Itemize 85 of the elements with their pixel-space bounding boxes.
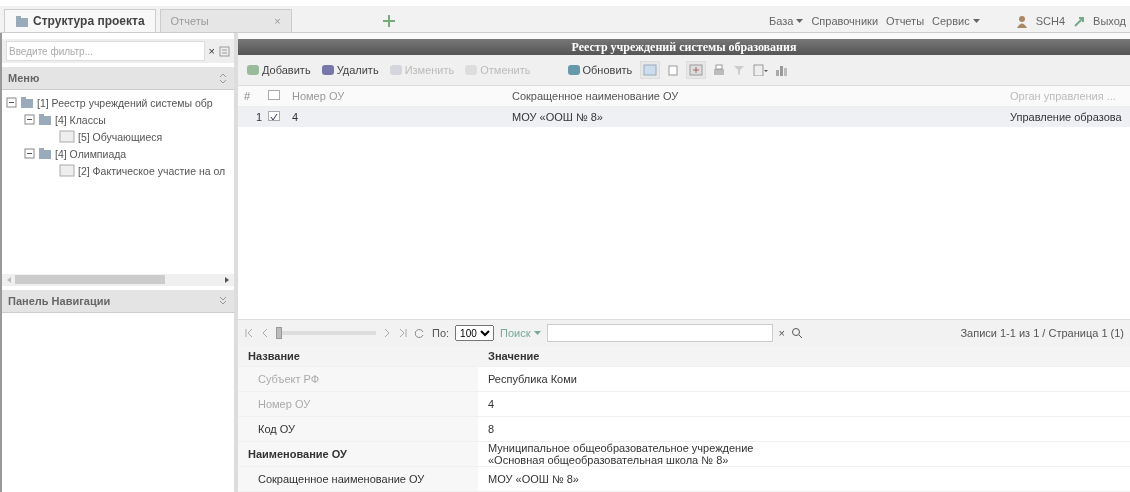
toolbar-icon: [246, 63, 260, 77]
table-cell: МОУ «ООШ № 8»: [512, 111, 603, 123]
folder-icon: [38, 147, 52, 160]
document-menu-icon[interactable]: [752, 64, 769, 76]
property-value: 4: [478, 392, 1130, 417]
clear-button[interactable]: ×: [778, 327, 785, 339]
page-size-label: По:: [432, 327, 450, 339]
next-page-icon[interactable]: [382, 328, 392, 338]
tab[interactable]: Структура проекта: [4, 9, 156, 32]
property-value: 8: [478, 417, 1130, 442]
select-all-checkbox[interactable]: [268, 90, 280, 100]
columns-button[interactable]: [640, 61, 661, 79]
refresh-icon[interactable]: [414, 327, 426, 339]
user-icon: [1015, 14, 1028, 28]
toolbar-button[interactable]: Обновить: [564, 61, 635, 79]
tree-item[interactable]: [4] Классы: [55, 113, 106, 126]
folder-icon: [15, 14, 29, 28]
property-value: МОУ «ООШ № 8»: [478, 467, 1130, 492]
toolbar-button[interactable]: Добавить: [244, 61, 313, 79]
column-header: Название: [238, 346, 478, 367]
first-page-icon[interactable]: [244, 328, 254, 338]
toolbar-icon: [566, 63, 581, 77]
menu-item[interactable]: Справочники: [811, 15, 879, 27]
scroll-right-icon[interactable]: [224, 275, 230, 284]
pager-summary: Записи 1-1 из 1 / Страница 1 (1): [960, 327, 1124, 339]
chart-icon[interactable]: [774, 64, 789, 76]
document-icon: [59, 164, 75, 177]
search-field[interactable]: [546, 324, 773, 342]
collapse-icon[interactable]: [6, 97, 17, 108]
expand-all-icon[interactable]: [219, 45, 230, 57]
panel-title: Меню: [8, 72, 40, 84]
filter-icon[interactable]: [732, 64, 747, 76]
toolbar-icon: [320, 63, 335, 77]
table-cell: 4: [292, 111, 299, 123]
row-checkbox[interactable]: [268, 110, 280, 121]
scroll-left-icon[interactable]: [6, 275, 12, 284]
add-tab-button[interactable]: [381, 14, 396, 28]
panel-title: Панель Навигации: [8, 294, 111, 307]
folder-icon: [38, 113, 52, 126]
logout-link[interactable]: Выход: [1093, 15, 1126, 27]
slider-thumb[interactable]: [276, 327, 282, 339]
scrollbar-thumb[interactable]: [15, 275, 165, 284]
column-header[interactable]: Сокращенное наименование ОУ: [512, 90, 679, 102]
export-icon[interactable]: [666, 64, 681, 76]
exit-icon[interactable]: [1073, 14, 1086, 28]
column-header[interactable]: #: [238, 90, 251, 102]
property-name: Наименование ОУ: [238, 442, 478, 467]
toolbar-icon: [388, 63, 403, 77]
property-value: Муниципальное общеобразовательное учреждение «Основная общеобразовательная школа № 8»: [478, 442, 1130, 467]
column-header: Значение: [478, 346, 1130, 367]
property-name: Субъект РФ: [238, 367, 478, 392]
caret-icon: [972, 19, 980, 23]
menu-item[interactable]: Отчеты: [886, 15, 925, 27]
table-cell: 1: [255, 111, 262, 123]
filter-field[interactable]: Введите фильтр...: [6, 41, 205, 61]
caret-icon: [796, 19, 804, 23]
document-icon: [59, 130, 75, 143]
property-name: Номер ОУ: [238, 392, 478, 417]
collapse-icon[interactable]: [24, 114, 35, 125]
table-row[interactable]: 1 4 МОУ «ООШ № 8» Управление образова: [238, 107, 1130, 127]
tree-item[interactable]: [1] Реестр учреждений системы обр: [37, 96, 213, 109]
collapse-icon[interactable]: [24, 148, 35, 159]
check-icon: [269, 111, 279, 122]
expand-icon[interactable]: [218, 295, 228, 306]
property-name: Сокращенное наименование ОУ: [238, 467, 478, 492]
menu-item[interactable]: База: [769, 15, 804, 27]
search-icon[interactable]: [791, 327, 803, 339]
table-cell: Управление образова: [1010, 111, 1122, 123]
previous-page-icon[interactable]: [260, 328, 270, 338]
tree-item[interactable]: [5] Обучающиеся: [78, 130, 163, 143]
menu-item[interactable]: Сервис: [932, 15, 980, 27]
property-value: Республика Коми: [478, 367, 1130, 392]
window-title: Реестр учреждений системы образования: [571, 40, 797, 54]
add-filter-button[interactable]: [686, 61, 707, 79]
clear-button[interactable]: ×: [208, 45, 215, 57]
last-page-icon[interactable]: [398, 328, 408, 338]
tree-item[interactable]: [2] Фактическое участие на ол: [78, 164, 226, 177]
user-name[interactable]: SCH4: [1035, 15, 1066, 27]
tree-item[interactable]: [4] Олимпиада: [55, 147, 127, 160]
page-size-dropdown[interactable]: 100: [455, 325, 495, 341]
caret-icon: [533, 331, 541, 335]
print-icon[interactable]: [712, 64, 727, 76]
folder-icon: [20, 96, 34, 109]
toolbar-button[interactable]: Удалить: [318, 61, 381, 79]
property-name: Код ОУ: [238, 417, 478, 442]
